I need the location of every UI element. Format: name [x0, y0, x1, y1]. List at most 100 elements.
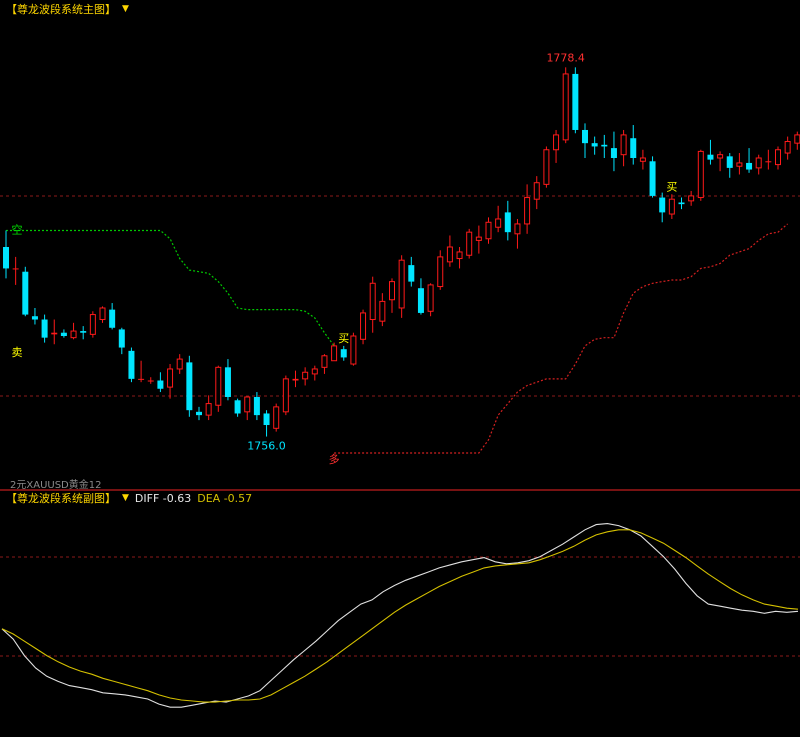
candle-body — [302, 371, 309, 380]
candle-body — [533, 182, 540, 200]
candle-body — [553, 134, 560, 151]
candle-body — [746, 162, 753, 170]
candle — [649, 156, 656, 198]
sub-panel-header[interactable]: 【尊龙波段系统副图】 ▼ DIFF -0.63 DEA -0.57 — [6, 490, 252, 506]
candle-body — [610, 148, 617, 158]
watermark-symbol: XAUUSD黄金12 — [26, 480, 102, 491]
candle-body — [485, 221, 492, 240]
candle-body — [408, 265, 415, 282]
candle-body — [360, 312, 367, 340]
candle-body — [292, 378, 299, 381]
candle-body — [446, 246, 453, 263]
candle-body — [389, 281, 395, 301]
candle-body — [157, 380, 164, 389]
candle-body — [495, 218, 502, 228]
candle-body — [475, 236, 482, 241]
candle-body — [51, 332, 58, 335]
candle-body — [630, 138, 637, 158]
candle-body — [60, 332, 67, 337]
candle-body — [659, 197, 666, 213]
chart-canvas: 1778.4 1756.0 空卖 买多 买 — [0, 0, 800, 737]
candle-body — [639, 157, 646, 162]
candle-body — [3, 247, 9, 269]
candle-body — [70, 330, 77, 339]
candle-body — [99, 307, 106, 321]
candle-body — [31, 316, 38, 320]
candle-body — [466, 231, 473, 256]
candle — [562, 67, 569, 144]
dea-readout: DEA -0.57 — [197, 491, 253, 505]
chevron-down-icon[interactable]: ▼ — [122, 4, 129, 14]
candle-body — [427, 284, 434, 312]
candle — [215, 365, 222, 412]
candle — [572, 67, 579, 134]
candle-body — [572, 73, 579, 130]
candle-body — [224, 367, 231, 397]
candle-body — [456, 251, 463, 260]
candle-body — [273, 406, 280, 429]
candle-body — [417, 288, 424, 313]
candle — [543, 146, 550, 188]
main-panel-title: 【尊龙波段系统主图】 — [6, 3, 116, 16]
candle-body — [331, 345, 338, 362]
main-panel-header[interactable]: 【尊龙波段系统主图】 ▼ — [6, 1, 129, 17]
candle-body — [678, 202, 685, 205]
candle-body — [186, 362, 193, 411]
short-stop-label: 空 — [12, 223, 23, 237]
candle — [350, 332, 357, 366]
candle-body — [784, 141, 791, 154]
candle-body — [582, 129, 588, 144]
buy-signal-label: 买 — [666, 180, 677, 193]
candle-body — [755, 157, 762, 169]
candle-body — [89, 314, 96, 335]
candle-body — [12, 268, 19, 270]
candle-body — [697, 150, 704, 199]
candle-body — [543, 149, 550, 185]
candle-body — [794, 134, 800, 144]
candle-body — [22, 271, 29, 315]
candle-body — [41, 319, 48, 338]
candle — [427, 283, 434, 317]
candle-body — [379, 300, 386, 322]
candle-body — [726, 156, 733, 168]
candle-body — [369, 282, 376, 321]
candle-body — [601, 144, 608, 147]
diff-readout: DIFF -0.63 — [134, 491, 192, 505]
low-price-label: 1756.0 — [247, 440, 286, 453]
candle-body — [350, 335, 357, 365]
candle-body — [707, 154, 714, 160]
chart-background — [0, 0, 800, 737]
candle-body — [118, 329, 125, 348]
candle-body — [128, 350, 135, 379]
candle — [22, 266, 29, 317]
watermark-prefix: 2元 — [10, 480, 27, 491]
buy-signal-label: 买 — [338, 332, 349, 345]
candle — [89, 311, 96, 338]
symbol-watermark: 2元XAUUSD黄金12 — [10, 476, 101, 491]
sell-signal-label: 卖 — [12, 346, 23, 359]
candle — [398, 255, 405, 318]
candle-body — [717, 154, 724, 159]
candle — [466, 228, 473, 259]
candle-body — [562, 73, 569, 141]
candle-body — [649, 161, 656, 196]
candle-body — [340, 349, 347, 358]
candle-body — [321, 355, 328, 368]
candle-body — [437, 256, 444, 288]
candle — [128, 347, 135, 383]
candle — [186, 355, 193, 417]
candle-body — [215, 366, 222, 406]
candle-body — [620, 134, 627, 156]
candle-body — [524, 197, 531, 225]
candle-body — [591, 143, 598, 147]
candle-body — [205, 403, 212, 416]
chevron-down-icon[interactable]: ▼ — [122, 493, 129, 503]
candle-body — [176, 358, 183, 370]
candle-body — [514, 223, 521, 235]
candle — [273, 403, 280, 432]
candle-body — [196, 411, 202, 416]
candle — [697, 149, 704, 201]
long-stop-label: 多 — [329, 452, 340, 466]
candle-body — [765, 161, 772, 163]
candle-body — [167, 368, 174, 388]
